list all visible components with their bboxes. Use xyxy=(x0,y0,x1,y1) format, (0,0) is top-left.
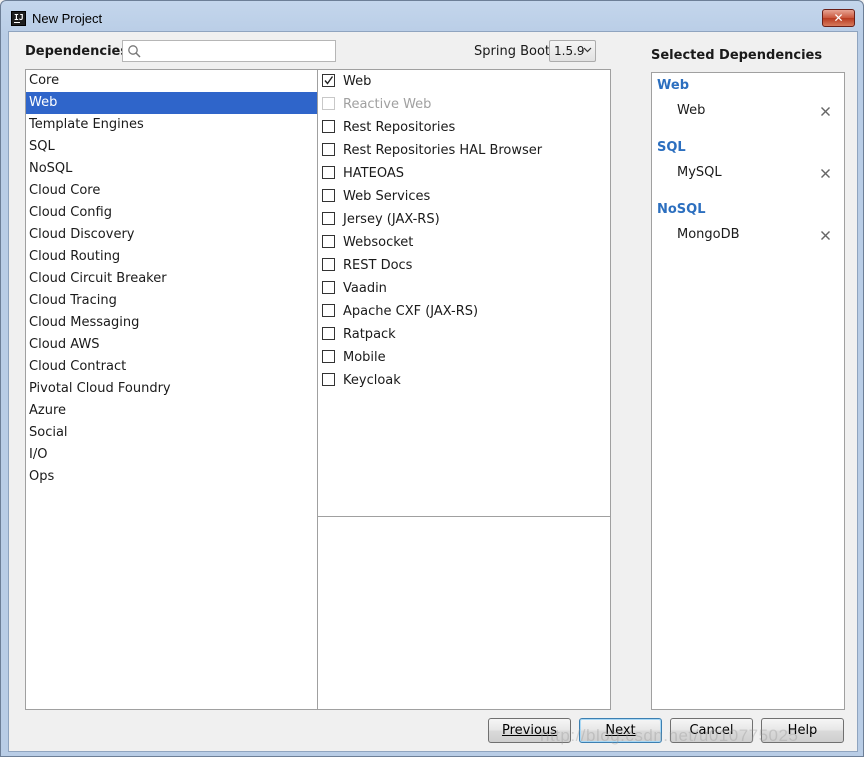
dependency-label: Reactive Web xyxy=(343,97,432,112)
category-item[interactable]: Ops xyxy=(26,466,317,488)
selected-group-title: SQL xyxy=(657,140,686,155)
dependency-label: Apache CXF (JAX-RS) xyxy=(343,304,479,319)
category-item[interactable]: Cloud Core xyxy=(26,180,317,202)
intellij-app-icon: IJ xyxy=(11,11,26,26)
category-item[interactable]: Cloud AWS xyxy=(26,334,317,356)
category-item[interactable]: Cloud Routing xyxy=(26,246,317,268)
checkbox[interactable] xyxy=(322,235,335,248)
watermark-text: http://blog.csdn.net/u010775025 xyxy=(540,726,799,745)
dependency-item[interactable]: Websocket xyxy=(318,231,610,254)
checkbox[interactable] xyxy=(322,143,335,156)
dependency-search-box[interactable] xyxy=(122,40,336,62)
category-item[interactable]: Cloud Circuit Breaker xyxy=(26,268,317,290)
category-item[interactable]: Pivotal Cloud Foundry xyxy=(26,378,317,400)
spring-boot-version-select[interactable]: 1.5.9 xyxy=(549,40,596,62)
dependency-label: Jersey (JAX-RS) xyxy=(343,212,440,227)
checkbox[interactable] xyxy=(322,373,335,386)
dependency-label: Ratpack xyxy=(343,327,396,342)
selected-dependencies-panel: Web Web SQL MySQL NoSQL MongoDB xyxy=(651,72,845,710)
checkbox[interactable] xyxy=(322,350,335,363)
category-list: Core Web Template Engines SQL NoSQL Cloud Cor… xyxy=(26,70,317,488)
dialog-content: Dependencies Spring Boot 1.5.9 Selected … xyxy=(8,31,858,752)
remove-dependency-icon[interactable] xyxy=(820,106,831,117)
title-bar[interactable]: IJ New Project ✕ xyxy=(1,1,863,35)
dependency-item[interactable]: Rest Repositories HAL Browser xyxy=(318,139,610,162)
dependency-label: Mobile xyxy=(343,350,386,365)
checkbox[interactable] xyxy=(322,304,335,317)
spring-boot-label: Spring Boot xyxy=(474,44,551,59)
search-icon xyxy=(128,45,141,58)
checkbox[interactable] xyxy=(322,166,335,179)
category-list-panel: Core Web Template Engines SQL NoSQL Cloud Cor… xyxy=(25,69,318,710)
category-item[interactable]: NoSQL xyxy=(26,158,317,180)
selected-dependency-name: MongoDB xyxy=(677,227,740,242)
category-item[interactable]: SQL xyxy=(26,136,317,158)
dependencies-label: Dependencies xyxy=(25,44,129,59)
checkbox[interactable] xyxy=(322,212,335,225)
dependency-item[interactable]: Vaadin xyxy=(318,277,610,300)
dependency-item[interactable]: Web xyxy=(318,70,610,93)
dependency-label: Rest Repositories xyxy=(343,120,456,135)
dependency-item: Reactive Web xyxy=(318,93,610,116)
category-item[interactable]: Cloud Discovery xyxy=(26,224,317,246)
category-item[interactable]: I/O xyxy=(26,444,317,466)
dependency-item[interactable]: Keycloak xyxy=(318,369,610,392)
window-title: New Project xyxy=(32,11,103,26)
category-item[interactable]: Cloud Tracing xyxy=(26,290,317,312)
category-item[interactable]: Core xyxy=(26,70,317,92)
dependency-label: Keycloak xyxy=(343,373,401,388)
description-divider xyxy=(318,516,610,517)
category-item[interactable]: Cloud Messaging xyxy=(26,312,317,334)
selected-dependency-name: MySQL xyxy=(677,165,722,180)
category-item[interactable]: Web xyxy=(26,92,317,114)
dependency-item[interactable]: HATEOAS xyxy=(318,162,610,185)
dependency-item[interactable]: Mobile xyxy=(318,346,610,369)
checkbox[interactable] xyxy=(322,281,335,294)
dependency-list-panel: Web Reactive Web Rest Repositories Rest Rep… xyxy=(317,69,611,710)
dependency-label: HATEOAS xyxy=(343,166,404,181)
dependency-item[interactable]: Rest Repositories xyxy=(318,116,610,139)
category-item[interactable]: Social xyxy=(26,422,317,444)
chevron-down-icon xyxy=(583,47,592,53)
selected-dependency-name: Web xyxy=(677,103,706,118)
remove-dependency-icon[interactable] xyxy=(820,230,831,241)
category-item[interactable]: Cloud Contract xyxy=(26,356,317,378)
close-button[interactable]: ✕ xyxy=(822,9,855,27)
dependency-label: Websocket xyxy=(343,235,414,250)
dependency-item[interactable]: REST Docs xyxy=(318,254,610,277)
dependency-label: Vaadin xyxy=(343,281,387,296)
dependency-list: Web Reactive Web Rest Repositories Rest Rep… xyxy=(318,70,610,392)
remove-dependency-icon[interactable] xyxy=(820,168,831,179)
selected-group-title: NoSQL xyxy=(657,202,706,217)
dependency-item[interactable]: Jersey (JAX-RS) xyxy=(318,208,610,231)
checkmark-icon xyxy=(324,76,334,85)
dependency-label: Rest Repositories HAL Browser xyxy=(343,143,543,158)
dependency-label: Web xyxy=(343,74,372,89)
selected-group-title: Web xyxy=(657,78,689,93)
checkbox[interactable] xyxy=(322,258,335,271)
dependency-item[interactable]: Apache CXF (JAX-RS) xyxy=(318,300,610,323)
dependency-item[interactable]: Ratpack xyxy=(318,323,610,346)
checkbox xyxy=(322,97,335,110)
checkbox-checked[interactable] xyxy=(322,74,335,87)
selected-dependencies-title: Selected Dependencies xyxy=(651,48,823,63)
dependency-label: Web Services xyxy=(343,189,431,204)
category-item[interactable]: Azure xyxy=(26,400,317,422)
checkbox[interactable] xyxy=(322,327,335,340)
checkbox[interactable] xyxy=(322,120,335,133)
checkbox[interactable] xyxy=(322,189,335,202)
category-item[interactable]: Cloud Config xyxy=(26,202,317,224)
dependency-item[interactable]: Web Services xyxy=(318,185,610,208)
search-input[interactable] xyxy=(145,42,331,60)
spring-boot-version-value: 1.5.9 xyxy=(554,44,585,58)
new-project-window: IJ New Project ✕ Dependencies Spring Boo… xyxy=(0,0,864,757)
dependency-label: REST Docs xyxy=(343,258,413,273)
category-item[interactable]: Template Engines xyxy=(26,114,317,136)
